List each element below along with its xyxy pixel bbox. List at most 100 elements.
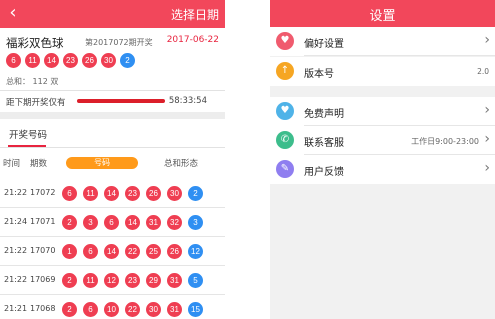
settings-item-value: 工作日9:00-23:00 xyxy=(411,137,479,146)
row-time: 21:22 xyxy=(4,188,28,197)
red-ball: 10 xyxy=(104,302,119,317)
row-time: 21:22 xyxy=(4,246,28,255)
sum-text: 总和： 112 双 xyxy=(6,77,59,86)
red-ball: 2 xyxy=(62,273,77,288)
red-ball: 12 xyxy=(104,273,119,288)
settings-item[interactable]: ✎ 用户反馈 › xyxy=(270,155,495,184)
divider xyxy=(0,147,225,148)
divider xyxy=(0,90,225,91)
red-ball: 6 xyxy=(83,244,98,259)
section-gap xyxy=(0,112,225,119)
draw-date: 2017-06-22 xyxy=(166,35,219,45)
blue-ball: 12 xyxy=(188,244,203,259)
row-issue: 17072 xyxy=(30,188,56,197)
chevron-right-icon: › xyxy=(484,131,490,147)
heart-badge-icon: ♥ xyxy=(276,102,294,120)
settings-item-label: 版本号 xyxy=(304,69,334,80)
blue-ball: 2 xyxy=(188,186,203,201)
settings-item-label: 用户反馈 xyxy=(304,167,344,178)
item-divider xyxy=(304,55,495,56)
red-ball: 23 xyxy=(63,53,78,68)
settings-item[interactable]: ↑ 版本号 2.0 xyxy=(270,57,495,86)
red-ball: 30 xyxy=(167,186,182,201)
row-issue: 17069 xyxy=(30,275,56,284)
red-ball: 25 xyxy=(146,244,161,259)
blue-ball: 3 xyxy=(188,215,203,230)
top-bar: 设置 xyxy=(270,0,495,28)
phone-icon: ✆ xyxy=(276,131,294,149)
red-ball: 14 xyxy=(44,53,59,68)
red-ball: 31 xyxy=(146,215,161,230)
result-row[interactable]: 21:24 17071 2 3 6 14 31 32 3 xyxy=(0,208,225,237)
settings-item[interactable]: ♥ 免费声明 › xyxy=(270,97,495,126)
settings-item-value: 2.0 xyxy=(477,67,489,76)
select-date-button[interactable]: 选择日期 xyxy=(171,6,219,23)
red-ball: 30 xyxy=(101,53,116,68)
red-ball: 11 xyxy=(83,186,98,201)
settings-item[interactable]: ✆ 联系客服 工作日9:00-23:00 › xyxy=(270,126,495,155)
row-time: 21:24 xyxy=(4,217,28,226)
red-ball: 32 xyxy=(167,215,182,230)
red-ball: 14 xyxy=(104,244,119,259)
blue-ball: 2 xyxy=(120,53,135,68)
red-ball: 29 xyxy=(146,273,161,288)
result-row[interactable]: 21:22 17072 6 11 14 23 26 30 2 xyxy=(0,179,225,208)
result-row[interactable]: 21:22 17069 2 11 12 23 29 31 5 xyxy=(0,266,225,295)
red-ball: 6 xyxy=(104,215,119,230)
red-ball: 14 xyxy=(125,215,140,230)
settings-item-label: 免费声明 xyxy=(304,109,344,120)
red-ball: 22 xyxy=(125,244,140,259)
result-row[interactable]: 21:22 17070 1 6 14 22 25 26 12 xyxy=(0,237,225,266)
settings-item-label: 偏好设置 xyxy=(304,39,344,50)
red-ball: 26 xyxy=(82,53,97,68)
red-ball: 22 xyxy=(125,302,140,317)
countdown-time: 58:33:54 xyxy=(168,96,207,106)
red-ball: 26 xyxy=(167,244,182,259)
edit-icon: ✎ xyxy=(276,160,294,178)
issue-number: 第2017072期开奖 xyxy=(85,38,153,47)
red-ball: 31 xyxy=(167,273,182,288)
chevron-right-icon: › xyxy=(484,160,490,176)
red-ball: 11 xyxy=(25,53,40,68)
red-ball: 26 xyxy=(146,186,161,201)
header-issue: 期数 xyxy=(30,159,48,169)
chevron-right-icon: › xyxy=(484,102,490,118)
settings-screen: 设置 ♥ 偏好设置 › ↑ 版本号 2.0 ♥ 免费声明 › ✆ 联系客服 工作日9:00-23:00… xyxy=(270,0,495,319)
row-time: 21:22 xyxy=(4,275,28,284)
red-ball: 6 xyxy=(83,302,98,317)
tab-winning-numbers[interactable]: 开奖号码 xyxy=(9,127,47,141)
header-sum-form[interactable]: 总和形态 xyxy=(164,157,198,169)
red-ball: 6 xyxy=(6,53,21,68)
countdown-label: 距下期开奖仅有 xyxy=(6,98,66,108)
red-ball: 3 xyxy=(83,215,98,230)
result-row[interactable]: 21:21 17068 2 6 10 22 30 31 15 xyxy=(0,295,225,319)
red-ball: 31 xyxy=(167,302,182,317)
row-issue: 17068 xyxy=(30,304,56,313)
red-ball: 14 xyxy=(104,186,119,201)
red-ball: 2 xyxy=(62,302,77,317)
red-ball: 6 xyxy=(62,186,77,201)
red-ball: 23 xyxy=(125,273,140,288)
red-ball: 30 xyxy=(146,302,161,317)
lottery-name: 福彩双色球 xyxy=(6,36,64,50)
red-ball: 23 xyxy=(125,186,140,201)
upload-arrow-icon: ↑ xyxy=(276,62,294,80)
red-ball: 1 xyxy=(62,244,77,259)
chevron-right-icon: › xyxy=(484,32,490,48)
header-time: 时间 xyxy=(3,159,21,169)
red-ball: 11 xyxy=(83,273,98,288)
red-ball: 2 xyxy=(62,215,77,230)
blue-ball: 5 xyxy=(188,273,203,288)
lottery-results-screen: ‹ 选择日期 福彩双色球 第2017072期开奖 2017-06-22 6 11 1… xyxy=(0,0,225,319)
heart-icon: ♥ xyxy=(276,32,294,50)
back-arrow-icon[interactable]: ‹ xyxy=(3,2,23,24)
row-time: 21:21 xyxy=(4,304,28,313)
settings-item-label: 联系客服 xyxy=(304,138,344,149)
row-issue: 17070 xyxy=(30,246,56,255)
countdown-progress-bar xyxy=(77,99,165,103)
top-bar: ‹ 选择日期 xyxy=(0,0,225,28)
page-title: 设置 xyxy=(369,9,396,24)
header-numbers[interactable]: 号码 xyxy=(66,157,138,169)
row-issue: 17071 xyxy=(30,217,56,226)
settings-item[interactable]: ♥ 偏好设置 › xyxy=(270,27,495,56)
